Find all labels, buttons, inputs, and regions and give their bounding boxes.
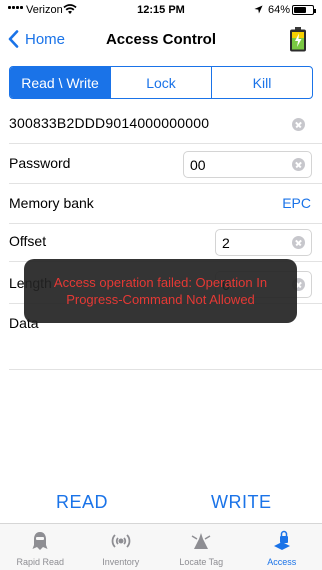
segment-lock[interactable]: Lock [110,67,211,98]
battery-status-icon[interactable] [287,26,309,52]
password-row: Password 00 [0,144,322,184]
battery-icon [292,5,316,15]
tab-inventory[interactable]: Inventory [81,524,162,570]
tab-label: Locate Tag [179,557,224,567]
access-control-screen: Verizon 12:15 PM 64% Home Access Control [0,0,322,570]
tab-locate-tag[interactable]: Locate Tag [161,524,242,570]
segment-read-write[interactable]: Read \ Write [10,67,110,98]
tab-bar: Rapid Read Inventory Locate Tag Access [0,523,322,570]
offset-value: 2 [222,235,230,251]
error-toast-message: Access operation failed: Operation In Pr… [53,275,268,307]
battery-percent: 64% [268,4,291,16]
tag-id-row: 300833B2DDD9014000000000 [0,104,322,144]
segment-kill[interactable]: Kill [211,67,312,98]
tab-access[interactable]: Access [242,524,322,570]
rapid-read-icon [32,532,48,550]
memory-bank-select[interactable]: EPC [282,195,311,211]
tab-rapid-read[interactable]: Rapid Read [0,524,81,570]
inventory-icon [111,534,131,548]
error-toast: Access operation failed: Operation In Pr… [24,259,297,323]
password-label: Password [9,155,71,171]
offset-field[interactable]: 2 [215,229,312,256]
clear-offset-icon[interactable] [292,236,305,249]
offset-row: Offset 2 [0,222,322,262]
write-button[interactable]: WRITE [211,492,272,513]
tab-label: Access [267,557,297,567]
access-icon [273,530,290,550]
memory-bank-row[interactable]: Memory bank EPC [0,184,322,224]
password-value: 00 [190,157,206,173]
locate-tag-icon [191,533,211,549]
clear-tag-id-icon[interactable] [292,118,305,131]
clear-password-icon[interactable] [292,158,305,171]
tab-label: Rapid Read [16,557,65,567]
memory-bank-label: Memory bank [9,195,94,211]
tag-id-input[interactable]: 300833B2DDD9014000000000 [9,115,209,131]
page-title: Access Control [105,31,217,48]
password-field[interactable]: 00 [183,151,312,178]
location-arrow-icon [254,5,263,14]
read-button[interactable]: READ [56,492,108,513]
navigation-bar: Home Access Control [0,22,322,58]
tab-label: Inventory [102,557,140,567]
mode-segmented-control: Read \ Write Lock Kill [9,66,313,99]
offset-label: Offset [9,233,47,249]
status-bar: Verizon 12:15 PM 64% [0,0,322,22]
